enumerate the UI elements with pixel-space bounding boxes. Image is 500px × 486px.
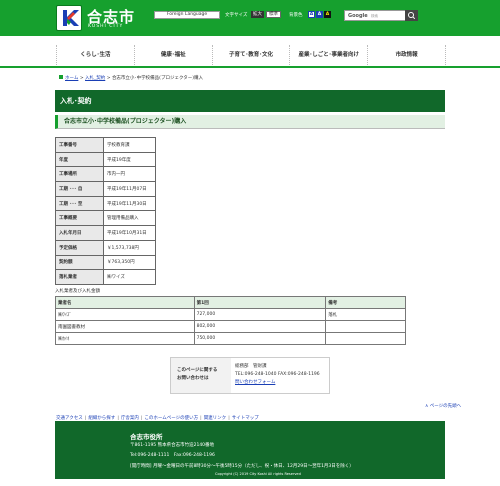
nav-item-childcare[interactable]: 子育て･教育･文化 (213, 45, 291, 65)
table-row: 年度 平成19年度 (55, 151, 156, 168)
column-header: 業者名 (55, 296, 195, 309)
breadcrumb-current: 合志市立小･中学校備品(プロジェクター)購入 (111, 76, 204, 81)
table-row: 予定価格 ￥1,573,738円 (55, 239, 156, 256)
row-value: 管理用備品購入 (103, 210, 156, 227)
footer-address: 〒861-1195 熊本県合志市竹迫2140番地 (130, 443, 215, 448)
row-value: 市内一円 (103, 166, 156, 183)
contact-details: 総務部 管財課 TEL:096-248-1040 FAX:096-248-119… (235, 363, 320, 387)
column-header: 備考 (325, 296, 406, 309)
page-title: 入札･契約 (55, 90, 445, 112)
table-row: 工事概要 管理用備品購入 (55, 210, 156, 227)
bid-table-caption: 入札業者及び入札金額 (55, 289, 100, 294)
font-size-label: 文字サイズ (225, 13, 248, 18)
footer-hours: [開庁時間] 月曜～金曜日の午前8時30分～午後5時15分（ただし、祝・休日、1… (130, 464, 354, 469)
contract-info-table: 工事番号 学校教育課 年度 平成19年度 工事場所 市内一円 工期 ･･･ 自平成19… (55, 137, 156, 285)
table-row: 工期 ･･･ 至平成19年11月30日 (55, 195, 156, 212)
contact-dept: 総務部 管財課 (235, 364, 267, 369)
row-value: ￥1,573,738円 (103, 239, 156, 256)
google-brand: Google (348, 13, 368, 19)
table-row: 工事場所 市内一円 (55, 166, 156, 183)
row-label: 年度 (55, 151, 104, 168)
table-row: 契約額 ￥763,350円 (55, 254, 156, 271)
language-select[interactable]: Foreign Language (154, 11, 220, 19)
breadcrumb-home[interactable]: ホーム (65, 76, 78, 81)
bid-remark (325, 320, 406, 333)
bidder-name: ㈱ｶｲﾈ (55, 332, 195, 345)
bg-color-blue-button[interactable]: A (316, 11, 323, 18)
table-header-row: 業者名 第1回 備考 (55, 296, 406, 309)
nav-item-living[interactable]: くらし･生活 (56, 45, 135, 65)
row-label: 工事番号 (55, 137, 104, 153)
bid-amount: 802,000 (193, 320, 327, 333)
table-row: 工期 ･･･ 自平成19年11月07日 (55, 181, 156, 197)
row-label: 工期 ･･･ 自 (55, 181, 104, 197)
footer-tel: Tel:096-248-1111 Fax:096-248-1196 (130, 453, 215, 458)
table-row: 南園図書教材 802,000 (55, 320, 406, 333)
footer-copyright: Copyright (C) 2019 City Koshi All rights… (215, 472, 301, 476)
nav-item-health[interactable]: 健康･福祉 (135, 45, 213, 65)
nav-item-city-info[interactable]: 市政情報 (368, 45, 446, 65)
row-value: 平成19年11月30日 (103, 195, 156, 212)
row-value: 平成19年度 (103, 151, 156, 168)
row-value: 学校教育課 (103, 137, 156, 153)
table-row: 入札年月日 平成19年10月31日 (55, 225, 156, 241)
home-icon (59, 75, 63, 79)
search-icon (408, 12, 416, 20)
city-logo[interactable] (56, 5, 82, 31)
breadcrumb-separator: > (79, 76, 84, 81)
contact-phone: TEL:096-248-1040 FAX:096-248-1196 (235, 372, 320, 377)
contact-label-line1: このページに関する (177, 368, 218, 373)
table-row: 落札業者 ㈱ワイズ (55, 269, 156, 285)
bg-color-black-button[interactable]: A (324, 11, 331, 18)
row-label: 契約額 (55, 254, 104, 271)
bg-color-white-button[interactable]: A (308, 11, 315, 18)
search-input[interactable]: Google 検索 (344, 10, 406, 21)
breadcrumb: ホーム > 入札_契約 > 合志市立小･中学校備品(プロジェクター)購入 (59, 75, 203, 81)
bidder-name: 南園図書教材 (55, 320, 195, 333)
row-value: 平成19年11月07日 (103, 181, 156, 197)
table-row: ㈱ﾜｲｽﾞ 727,000 落札 (55, 308, 406, 321)
bid-amount: 727,000 (193, 308, 327, 321)
table-row: 工事番号 学校教育課 (55, 137, 156, 153)
contact-form-link[interactable]: 問い合わせフォーム (235, 379, 320, 387)
search-sub-label: 検索 (371, 14, 378, 18)
nav-item-industry[interactable]: 産業･しごと･事業者向け (290, 45, 369, 65)
row-label: 落札業者 (55, 269, 104, 285)
contact-label-line2: お問い合わせは (177, 376, 209, 381)
row-label: 工期 ･･･ 至 (55, 195, 104, 212)
page-top-link[interactable]: ∧ ページの先頭へ (425, 403, 461, 409)
site-name-en: KOSHI CITY (88, 24, 124, 29)
global-nav: くらし･生活 健康･福祉 子育て･教育･文化 産業･しごと･事業者向け 市政情報 (56, 45, 446, 65)
row-label: 工事場所 (55, 166, 104, 183)
city-emblem-icon (63, 10, 79, 26)
article-title: 合志市立小･中学校備品(プロジェクター)購入 (55, 115, 445, 129)
row-label: 入札年月日 (55, 225, 104, 241)
bid-table: 業者名 第1回 備考 ㈱ﾜｲｽﾞ 727,000 落札 南園図書教材 802,0… (55, 296, 406, 345)
contact-box: このページに関する お問い合わせは 総務部 管財課 TEL:096-248-10… (170, 357, 330, 394)
bidder-name: ㈱ﾜｲｽﾞ (55, 308, 195, 321)
site-footer: 合志市役所 〒861-1195 熊本県合志市竹迫2140番地 Tel:096-2… (55, 421, 445, 479)
footer-office-name: 合志市役所 (130, 433, 163, 441)
font-size-large-button[interactable]: 拡大 (251, 11, 264, 18)
bid-amount: 750,000 (193, 332, 327, 345)
bid-remark (325, 332, 406, 345)
row-value: ￥763,350円 (103, 254, 156, 271)
background-color-label: 背景色 (289, 13, 303, 18)
nav-divider (0, 66, 500, 68)
row-value: ㈱ワイズ (103, 269, 156, 285)
breadcrumb-separator: > (106, 76, 111, 81)
breadcrumb-bidding[interactable]: 入札_契約 (85, 76, 105, 81)
row-label: 予定価格 (55, 239, 104, 256)
font-size-standard-button[interactable]: 標準 (266, 11, 281, 18)
row-label: 工事概要 (55, 210, 104, 227)
search-button[interactable] (405, 10, 418, 21)
bid-remark: 落札 (325, 308, 406, 321)
row-value: 平成19年10月31日 (103, 225, 156, 241)
column-header: 第1回 (193, 296, 327, 309)
contact-label: このページに関する お問い合わせは (171, 358, 231, 393)
table-row: ㈱ｶｲﾈ 750,000 (55, 332, 406, 345)
